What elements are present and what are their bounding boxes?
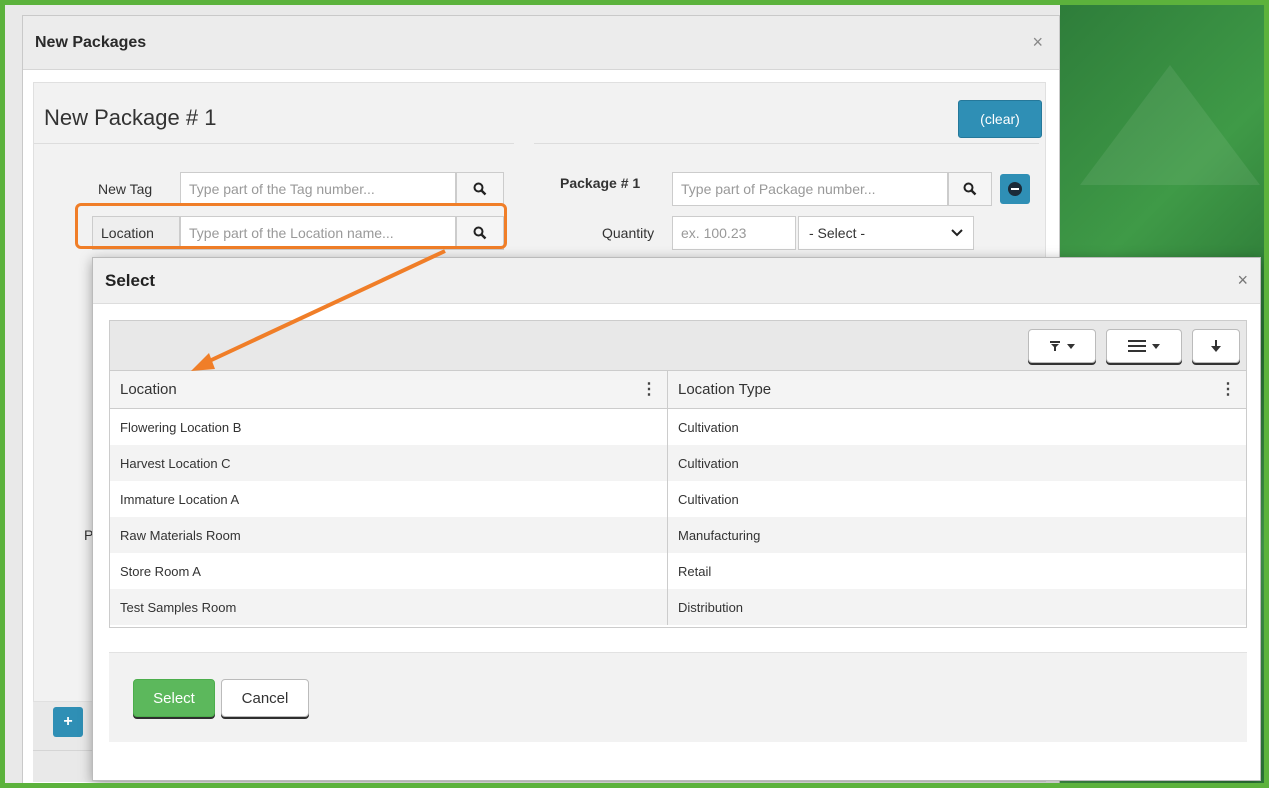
new-packages-title: New Packages — [35, 33, 147, 51]
chevron-down-icon — [951, 229, 963, 237]
package-search-button[interactable] — [948, 172, 992, 206]
grid-header: Location ⋮ Location Type ⋮ — [110, 371, 1246, 409]
kebab-icon[interactable]: ⋮ — [641, 382, 657, 398]
filter-icon — [1050, 341, 1060, 351]
select-modal-title: Select — [105, 270, 156, 290]
screenshot-frame: New Packages × New Package # 1 (clear) N… — [0, 0, 1269, 788]
remove-package-button[interactable] — [1000, 174, 1030, 204]
cell-location-type: Cultivation — [678, 419, 739, 435]
package-number-label: Package # 1 — [560, 175, 641, 191]
kebab-icon[interactable]: ⋮ — [1220, 382, 1236, 398]
unit-select-value: - Select - — [809, 225, 866, 241]
cancel-button[interactable]: Cancel — [221, 679, 309, 717]
column-header-label: Location — [120, 381, 177, 398]
table-row[interactable]: Raw Materials Room Manufacturing — [110, 517, 1246, 553]
minus-circle-icon — [1008, 182, 1022, 196]
plus-icon: + — [63, 713, 73, 730]
cell-location: Store Room A — [110, 553, 668, 589]
table-row[interactable]: Immature Location A Cultivation — [110, 481, 1246, 517]
clear-button[interactable]: (clear) — [958, 100, 1042, 138]
package-title: New Package # 1 — [44, 105, 217, 130]
table-row[interactable]: Store Room A Retail — [110, 553, 1246, 589]
cell-location-type: Manufacturing — [678, 527, 761, 543]
add-package-button[interactable]: + — [53, 707, 83, 737]
new-packages-header: New Packages × — [23, 16, 1059, 70]
grid-body: Flowering Location B Cultivation Harvest… — [110, 409, 1246, 625]
select-modal-footer: Select Cancel — [109, 652, 1247, 742]
cell-location: Flowering Location B — [110, 409, 668, 445]
select-button[interactable]: Select — [133, 679, 215, 717]
caret-icon — [1152, 343, 1160, 349]
column-header-label: Location Type — [678, 381, 772, 398]
cell-location-type: Retail — [678, 563, 712, 579]
grid-toolbar — [110, 321, 1246, 371]
new-tag-search-button[interactable] — [456, 172, 504, 206]
quantity-input[interactable]: ex. 100.23 — [672, 216, 796, 250]
columns-menu-button[interactable] — [1106, 329, 1182, 363]
new-tag-label: New Tag — [98, 181, 153, 197]
package-number-input[interactable]: Type part of Package number... — [672, 172, 948, 206]
column-header-location-type[interactable]: Location Type ⋮ — [668, 371, 1246, 408]
table-row[interactable]: Test Samples Room Distribution — [110, 589, 1246, 625]
new-tag-input[interactable]: Type part of the Tag number... — [180, 172, 456, 206]
location-highlight-annotation — [75, 203, 507, 249]
column-header-location[interactable]: Location ⋮ — [110, 371, 668, 408]
cell-location: Raw Materials Room — [110, 517, 668, 553]
columns-menu-icon — [1128, 340, 1146, 352]
table-row[interactable]: Harvest Location C Cultivation — [110, 445, 1246, 481]
unit-select[interactable]: - Select - — [798, 216, 974, 250]
filter-button[interactable] — [1028, 329, 1096, 363]
table-row[interactable]: Flowering Location B Cultivation — [110, 409, 1246, 445]
download-button[interactable] — [1192, 329, 1240, 363]
cell-location-type: Distribution — [678, 599, 744, 615]
download-icon — [1211, 340, 1221, 352]
select-modal-header: Select × — [93, 258, 1260, 304]
cell-location: Test Samples Room — [110, 589, 668, 625]
divider — [34, 143, 514, 144]
quantity-label: Quantity — [602, 225, 655, 241]
search-icon — [473, 182, 487, 196]
close-icon[interactable]: × — [1032, 32, 1043, 53]
search-icon — [963, 182, 977, 196]
close-icon[interactable]: × — [1237, 270, 1248, 291]
cell-location: Immature Location A — [110, 481, 668, 517]
divider — [534, 143, 1039, 144]
caret-icon — [1067, 343, 1075, 349]
location-grid: Location ⋮ Location Type ⋮ Flowering Loc… — [109, 320, 1247, 628]
select-modal: Select × Location ⋮ Location Type ⋮ Flow… — [92, 257, 1261, 781]
cell-location-type: Cultivation — [678, 455, 739, 471]
cell-location-type: Cultivation — [678, 491, 739, 507]
cell-location: Harvest Location C — [110, 445, 668, 481]
